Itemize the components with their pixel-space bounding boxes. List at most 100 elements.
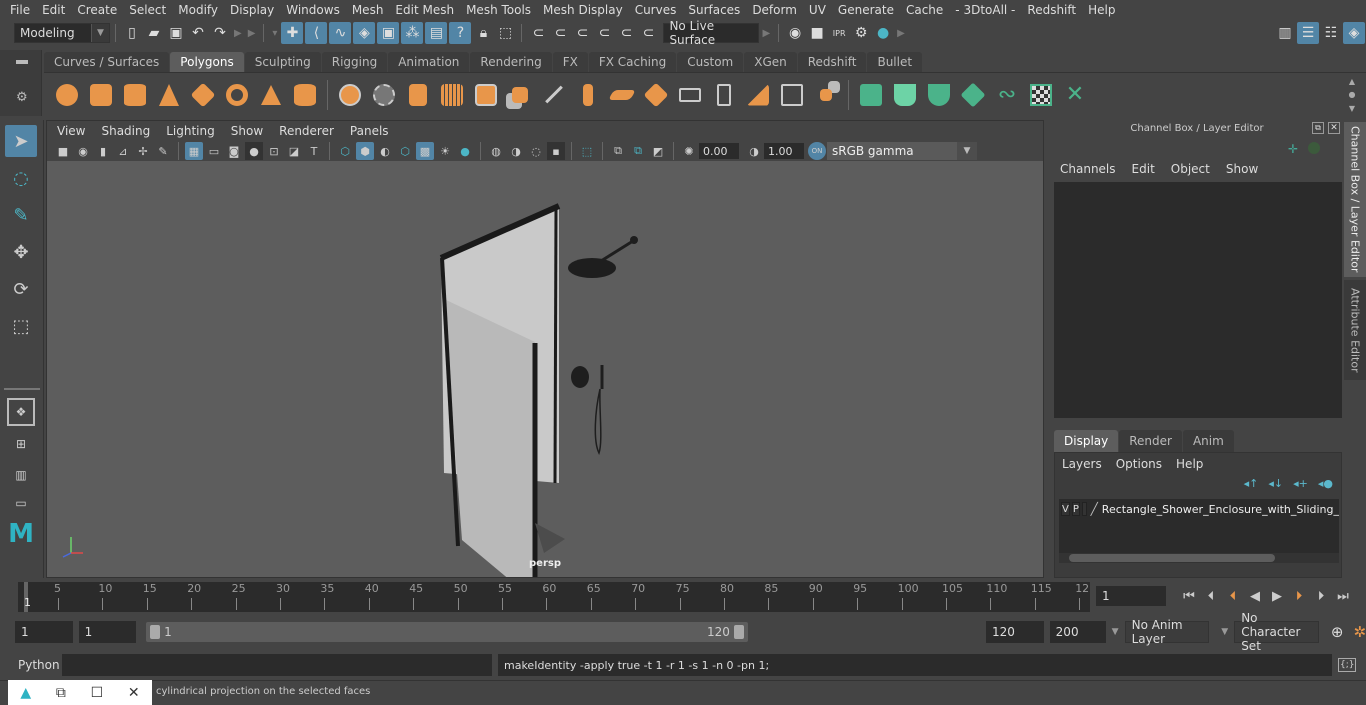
shelf-tab-xgen[interactable]: XGen — [744, 52, 797, 72]
chevron-down-icon[interactable]: ▾ — [272, 28, 277, 39]
menu-windows[interactable]: Windows — [280, 3, 346, 17]
safe-title-icon[interactable]: T — [305, 142, 323, 160]
offset-edge-loop-icon[interactable] — [709, 80, 739, 110]
tool-settings-icon[interactable]: ☷ — [1320, 22, 1342, 44]
grease-pencil-icon[interactable]: ✎ — [154, 142, 172, 160]
shelf-tab-rigging[interactable]: Rigging — [321, 52, 388, 72]
smooth-icon[interactable] — [437, 80, 467, 110]
viewport-menu-view[interactable]: View — [49, 124, 93, 138]
shelf-tab-curves-surfaces[interactable]: Curves / Surfaces — [44, 52, 170, 72]
lock-icon[interactable]: 🔒︎ — [472, 22, 494, 44]
xray-components-icon[interactable]: ◩ — [649, 142, 667, 160]
menu-mesh[interactable]: Mesh — [346, 3, 390, 17]
grid-icon[interactable]: ▦ — [185, 142, 203, 160]
shelf-scroll[interactable]: ▲ ● ▼ — [1346, 77, 1358, 113]
attribute-editor-toggle-icon[interactable]: ☰ — [1297, 22, 1319, 44]
workspace-dropdown[interactable]: Modeling ▼ — [14, 23, 110, 43]
subdivide-icon[interactable] — [505, 80, 535, 110]
channels-menu[interactable]: Channels — [1052, 162, 1124, 180]
automatic-uv-icon[interactable] — [958, 80, 988, 110]
bevel-icon[interactable] — [641, 80, 671, 110]
wireframe-icon[interactable]: ⬡ — [336, 142, 354, 160]
screen-space-ao-icon[interactable]: ◍ — [487, 142, 505, 160]
menu-curves[interactable]: Curves — [629, 3, 683, 17]
range-start-handle[interactable] — [150, 625, 161, 640]
resolution-gate-icon[interactable]: ◙ — [225, 142, 243, 160]
playback-start-field[interactable]: 1 — [78, 621, 137, 643]
select-highlight-icon[interactable]: ⬚ — [494, 22, 516, 44]
step-back-key-icon[interactable]: ⏴ — [1222, 589, 1244, 604]
object-menu[interactable]: Object — [1163, 162, 1218, 180]
select-render-icon[interactable]: ▤ — [425, 22, 448, 44]
menu-surfaces[interactable]: Surfaces — [682, 3, 746, 17]
layer-row[interactable]: V P ╱ Rectangle_Shower_Enclosure_with_Sl… — [1059, 499, 1339, 519]
chevron-down-icon[interactable]: ▼ — [1112, 627, 1119, 637]
animation-start-field[interactable]: 1 — [15, 621, 73, 643]
quadrangulate-icon[interactable] — [777, 80, 807, 110]
menu-file[interactable]: File — [4, 3, 36, 17]
key-status-icon[interactable] — [1308, 142, 1320, 154]
anim-layer-dropdown[interactable]: No Anim Layer — [1124, 618, 1210, 646]
arrow-down-icon[interactable]: ▼ — [1349, 104, 1355, 113]
command-language-toggle[interactable]: Python — [18, 658, 62, 672]
viewport-menu-show[interactable]: Show — [223, 124, 271, 138]
triangulate-icon[interactable] — [743, 80, 773, 110]
go-to-start-icon[interactable]: ⏮ — [1178, 589, 1200, 604]
color-management-toggle-icon[interactable]: ON — [808, 142, 826, 160]
lasso-tool-icon[interactable]: ◌ — [5, 162, 37, 194]
layers-menu[interactable]: Layers — [1055, 457, 1109, 471]
bridge-icon[interactable] — [607, 80, 637, 110]
menu-redshift[interactable]: Redshift — [1021, 3, 1082, 17]
layer-display-type-toggle[interactable] — [1081, 502, 1087, 516]
camera-icon[interactable]: ■ — [54, 142, 72, 160]
redo-icon[interactable]: ↷ — [209, 22, 231, 44]
motion-blur-icon[interactable]: ◑ — [507, 142, 525, 160]
layer-name[interactable]: Rectangle_Shower_Enclosure_with_Sliding_ — [1102, 503, 1339, 516]
snap-curve-icon[interactable]: ⊂ — [549, 22, 571, 44]
arrow-up-icon[interactable]: ▲ — [1349, 77, 1355, 86]
extrude-icon[interactable] — [573, 80, 603, 110]
move-layer-down-icon[interactable]: ◂↓ — [1268, 477, 1283, 490]
depth-of-field-icon[interactable]: ▪ — [547, 142, 565, 160]
shelf-tab-rendering[interactable]: Rendering — [470, 52, 552, 72]
viewport-menu-lighting[interactable]: Lighting — [158, 124, 223, 138]
shelf-tab-fx[interactable]: FX — [552, 52, 588, 72]
bookmark-icon[interactable]: ▮ — [94, 142, 112, 160]
layer-tab-anim[interactable]: Anim — [1182, 430, 1234, 452]
menu-uv[interactable]: UV — [803, 3, 832, 17]
menu-generate[interactable]: Generate — [832, 3, 900, 17]
side-tab-channel-box[interactable]: Channel Box / Layer Editor — [1344, 122, 1366, 277]
color-space-dropdown[interactable]: sRGB gamma ▼ — [827, 142, 977, 160]
textured-icon[interactable]: ▩ — [416, 142, 434, 160]
image-plane-icon[interactable]: ⊿ — [114, 142, 132, 160]
poly-torus-icon[interactable] — [222, 80, 252, 110]
gamma-field[interactable]: 1.00 — [764, 143, 804, 159]
select-misc-icon[interactable]: ⁂ — [401, 22, 424, 44]
2d-pan-zoom-icon[interactable]: ✢ — [134, 142, 152, 160]
menu-create[interactable]: Create — [71, 3, 123, 17]
shelf-tab-sculpting[interactable]: Sculpting — [244, 52, 321, 72]
planar-uv-icon[interactable] — [856, 80, 886, 110]
spherical-uv-icon[interactable] — [924, 80, 954, 110]
rotate-tool-icon[interactable]: ⟳ — [5, 273, 37, 305]
xray-icon[interactable]: ⧉ — [609, 142, 627, 160]
render-view-icon[interactable]: ◉ — [784, 22, 806, 44]
poly-pipe-icon[interactable] — [290, 80, 320, 110]
menu-mesh-display[interactable]: Mesh Display — [537, 3, 629, 17]
layer-playback-toggle[interactable]: P — [1071, 502, 1080, 516]
scene-view[interactable] — [47, 161, 1043, 577]
ipr-render-icon[interactable]: IPR — [828, 22, 850, 44]
menu-display[interactable]: Display — [224, 3, 280, 17]
step-back-frame-icon[interactable]: ⏴ — [1200, 589, 1222, 604]
menu-cache[interactable]: Cache — [900, 3, 949, 17]
poly-cylinder-icon[interactable] — [120, 80, 150, 110]
separate-icon[interactable] — [369, 80, 399, 110]
character-set-dropdown[interactable]: No Character Set — [1234, 611, 1319, 653]
film-gate-icon[interactable]: ▭ — [205, 142, 223, 160]
menu-edit-mesh[interactable]: Edit Mesh — [389, 3, 460, 17]
menu-modify[interactable]: Modify — [172, 3, 224, 17]
maximize-icon[interactable]: ☐ — [91, 685, 104, 701]
viewport-menu-renderer[interactable]: Renderer — [271, 124, 342, 138]
layer-tab-display[interactable]: Display — [1054, 430, 1119, 452]
select-by-object-icon[interactable]: ⟨ — [305, 22, 328, 44]
